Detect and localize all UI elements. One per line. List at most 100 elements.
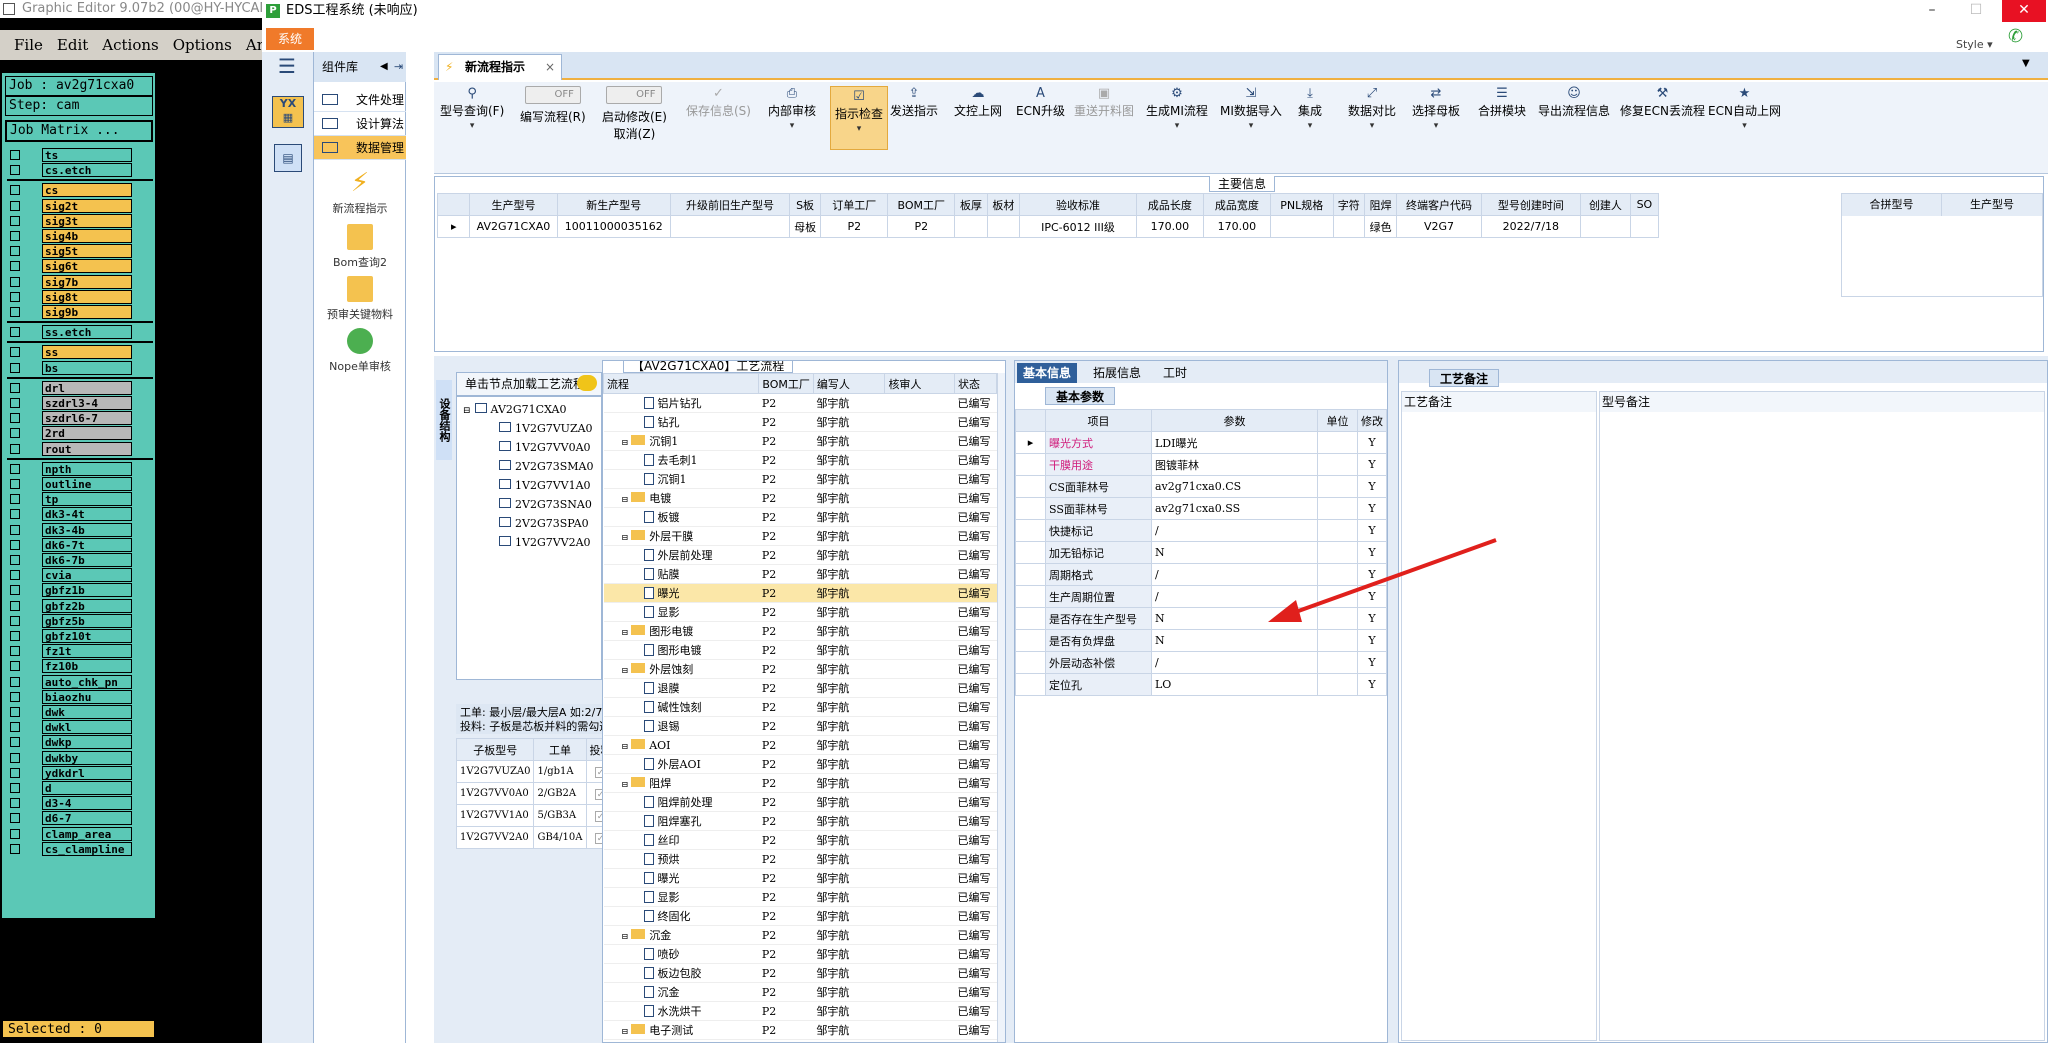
toolbar-button-9[interactable]: ▣ 重送开料图: [1074, 86, 1134, 119]
base-cell-modify[interactable]: Y: [1357, 431, 1387, 454]
flow-cell-name[interactable]: 板镀: [603, 507, 759, 527]
base-cell-modify[interactable]: Y: [1357, 497, 1387, 520]
sub-cell[interactable]: 1V2G7VV2A0: [455, 826, 535, 849]
flow-row[interactable]: ⊟ 阻焊 P2 邹宇航 已编写: [603, 773, 997, 793]
flow-cell-name[interactable]: 电子测试: [603, 1039, 759, 1042]
collapse-left-icon[interactable]: ◀: [380, 52, 388, 82]
toolbar-button-1[interactable]: OFF 编写流程(R): [520, 86, 586, 125]
layer-checkbox[interactable]: [10, 494, 20, 505]
flow-cell-status[interactable]: 已编写: [954, 868, 997, 888]
flow-cell-factory[interactable]: P2: [758, 944, 814, 964]
flow-cell-writer[interactable]: 邹宇航: [813, 906, 885, 926]
flow-cell-factory[interactable]: P2: [758, 925, 814, 945]
flow-cell-status[interactable]: 已编写: [954, 412, 997, 432]
nope-review-item[interactable]: Nope单审核: [314, 328, 406, 374]
layer-checkbox[interactable]: [10, 691, 20, 702]
base-cell-value[interactable]: N: [1151, 629, 1318, 652]
flow-cell-status[interactable]: 已编写: [954, 564, 997, 584]
base-cell-unit[interactable]: [1317, 629, 1358, 652]
layer-checkbox[interactable]: [10, 165, 20, 176]
tree-node[interactable]: 1V2G7VV2A0: [499, 534, 591, 552]
flow-row[interactable]: 曝光 P2 邹宇航 已编写: [603, 583, 997, 603]
minimize-button[interactable]: –: [1910, 0, 1954, 22]
sub-row[interactable]: 1V2G7VUZA0 1/gb1A ✓: [455, 760, 616, 783]
layer-checkbox[interactable]: [10, 276, 20, 287]
flow-cell-factory[interactable]: P2: [758, 830, 814, 850]
dock-icon[interactable]: ⇥: [394, 52, 403, 82]
flow-row[interactable]: 退膜 P2 邹宇航 已编写: [603, 678, 997, 698]
component-item-algorithm[interactable]: 设计算法: [314, 112, 406, 136]
base-cell-unit[interactable]: [1317, 607, 1358, 630]
flow-cell-name[interactable]: 贴膜: [603, 564, 759, 584]
flow-cell-reviewer[interactable]: [884, 640, 955, 660]
flow-cell-name[interactable]: 预烘: [603, 849, 759, 869]
flow-cell-status[interactable]: 已编写: [954, 659, 997, 679]
layer-row[interactable]: sig5t: [7, 244, 153, 259]
flow-cell-name[interactable]: 外层AOI: [603, 754, 759, 774]
flow-cell-writer[interactable]: 邹宇航: [813, 773, 885, 793]
layer-row[interactable]: dwkby: [7, 750, 153, 765]
base-cell-modify[interactable]: Y: [1357, 629, 1387, 652]
flow-cell-writer[interactable]: 邹宇航: [813, 849, 885, 869]
layer-row[interactable]: sig9b: [7, 305, 153, 319]
base-cell-value[interactable]: av2g71cxa0.SS: [1151, 497, 1318, 520]
base-cell-unit[interactable]: [1317, 431, 1358, 454]
layer-row[interactable]: sig8t: [7, 289, 153, 304]
flow-cell-factory[interactable]: P2: [758, 431, 814, 451]
base-cell-value[interactable]: LDI曝光: [1151, 431, 1318, 454]
chevron-down-icon[interactable]: ▾: [835, 124, 883, 134]
tree-node[interactable]: 2V2G73SPA0: [499, 515, 589, 533]
layer-row[interactable]: dk6-7t: [7, 537, 153, 552]
toolbar-button-10[interactable]: ⚙ 生成MI流程 ▾: [1146, 86, 1208, 131]
layer-row[interactable]: ss.etch: [7, 325, 153, 340]
toolbar-button-16[interactable]: ☺ 导出流程信息: [1538, 86, 1610, 119]
menu-icon[interactable]: ☰: [274, 56, 300, 78]
flow-row[interactable]: ⊟ 图形电镀 P2 邹宇航 已编写: [603, 621, 997, 641]
grid-col-header[interactable]: 创建人: [1580, 193, 1631, 216]
base-cell-unit[interactable]: [1317, 541, 1358, 564]
layer-row[interactable]: cvia: [7, 568, 153, 583]
prereview-item[interactable]: 预审关键物料: [314, 276, 406, 322]
base-cell-modify[interactable]: Y: [1357, 519, 1387, 542]
flow-cell-name[interactable]: 板边包胶: [603, 963, 759, 983]
layer-checkbox[interactable]: [10, 307, 20, 317]
layer-checkbox[interactable]: [10, 843, 20, 854]
flow-cell-writer[interactable]: 邹宇航: [813, 811, 885, 831]
flow-cell-reviewer[interactable]: [884, 678, 955, 698]
flow-row[interactable]: ⊟ 电镀 P2 邹宇航 已编写: [603, 488, 997, 508]
layer-row[interactable]: fz1t: [7, 644, 153, 659]
flow-cell-status[interactable]: 已编写: [954, 621, 997, 641]
flow-cell-writer[interactable]: 邹宇航: [813, 659, 885, 679]
base-cell-modify[interactable]: Y: [1357, 607, 1387, 630]
model-note-box[interactable]: 型号备注: [1599, 391, 2045, 1041]
sub-cell[interactable]: 1/gb1A: [533, 760, 587, 783]
toolbar-button-14[interactable]: ⇄ 选择母板 ▾: [1412, 86, 1460, 131]
flow-cell-factory[interactable]: P2: [758, 507, 814, 527]
layer-row[interactable]: biaozhu: [7, 689, 153, 704]
flow-cell-status[interactable]: 已编写: [954, 811, 997, 831]
tree-node[interactable]: 1V2G7VUZA0: [499, 420, 593, 438]
base-cell-unit[interactable]: [1317, 453, 1358, 476]
flow-cell-writer[interactable]: 邹宇航: [813, 716, 885, 736]
layer-checkbox[interactable]: [10, 722, 20, 733]
layer-row[interactable]: bs: [7, 360, 153, 375]
flow-cell-name[interactable]: 退膜: [603, 678, 759, 698]
flow-row[interactable]: 喷砂 P2 邹宇航 已编写: [603, 944, 997, 964]
flow-cell-name[interactable]: 水洗烘干: [603, 1001, 759, 1021]
flow-cell-writer[interactable]: 邹宇航: [813, 640, 885, 660]
menu-edit[interactable]: Edit: [57, 36, 88, 54]
flow-cell-writer[interactable]: 邹宇航: [813, 602, 885, 622]
style-dropdown[interactable]: Style ▾: [1956, 38, 1993, 51]
flow-row[interactable]: 板镀 P2 邹宇航 已编写: [603, 507, 997, 527]
flow-cell-name[interactable]: 沉金: [603, 982, 759, 1002]
flow-row[interactable]: 曝光 P2 邹宇航 已编写: [603, 868, 997, 888]
flow-cell-factory[interactable]: P2: [758, 735, 814, 755]
flow-row[interactable]: 钻孔 P2 邹宇航 已编写: [603, 412, 997, 432]
grid-cell[interactable]: 170.00: [1135, 215, 1204, 238]
toolbar-button-15[interactable]: ☰ 合拼模块: [1478, 86, 1526, 119]
layer-checkbox[interactable]: [10, 347, 20, 358]
flow-cell-factory[interactable]: P2: [758, 450, 814, 470]
tab-new-flow[interactable]: ⚡ 新流程指示 ×: [438, 54, 562, 80]
grid-col-header[interactable]: 终端客户代码: [1396, 193, 1482, 216]
flow-cell-writer[interactable]: 邹宇航: [813, 469, 885, 489]
